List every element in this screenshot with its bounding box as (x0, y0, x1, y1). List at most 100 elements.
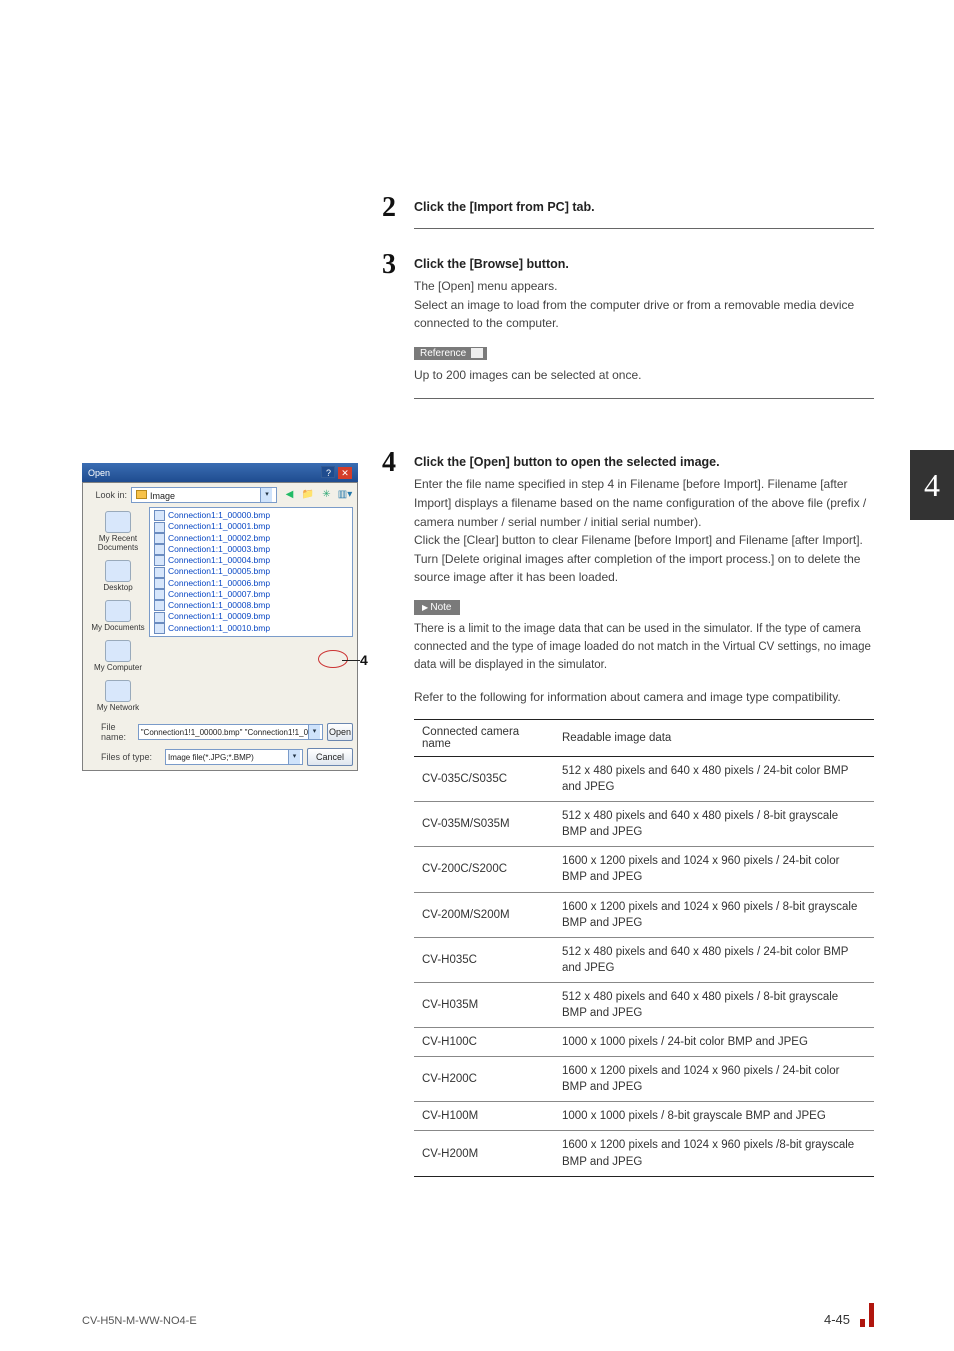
places-bar-item[interactable]: Desktop (103, 560, 132, 592)
divider (414, 228, 874, 229)
step-3-body-2: Select an image to load from the compute… (414, 296, 874, 333)
camera-name-cell: CV-H200M (414, 1131, 554, 1176)
compat-intro: Refer to the following for information a… (414, 688, 874, 707)
chevron-down-icon[interactable]: ▾ (288, 750, 300, 764)
note-label: Note (414, 600, 460, 615)
table-row: CV-H200M1600 x 1200 pixels and 1024 x 96… (414, 1131, 874, 1176)
place-icon (105, 640, 131, 662)
up-folder-icon[interactable]: 📁 (300, 487, 316, 503)
place-icon (105, 600, 131, 622)
places-bar-item[interactable]: My Recent Documents (87, 511, 149, 552)
place-icon (105, 680, 131, 702)
image-data-cell: 512 x 480 pixels and 640 x 480 pixels / … (554, 982, 874, 1027)
list-item[interactable]: Connection1:1_00005.bmp (154, 566, 348, 577)
list-item[interactable]: Connection1:1_00010.bmp (154, 623, 348, 634)
list-item[interactable]: Connection1:1_00009.bmp (154, 611, 348, 622)
places-bar-item[interactable]: My Computer (94, 640, 142, 672)
table-row: CV-035M/S035M512 x 480 pixels and 640 x … (414, 802, 874, 847)
place-label: My Network (97, 703, 139, 712)
table-row: CV-200M/S200M1600 x 1200 pixels and 1024… (414, 892, 874, 937)
callout-4-label: 4 (360, 652, 368, 668)
camera-name-cell: CV-H100M (414, 1102, 554, 1131)
filetype-label: Files of type: (87, 752, 161, 762)
step-4: 4 Click the [Open] button to open the se… (414, 455, 874, 1176)
reference-arrow-icon (471, 348, 483, 358)
step-2-number: 2 (382, 192, 396, 224)
list-item[interactable]: Connection1:1_00007.bmp (154, 589, 348, 600)
help-icon[interactable]: ? (321, 466, 335, 478)
divider (414, 398, 874, 399)
step-4-number: 4 (382, 447, 396, 479)
page-number: 4-45 (824, 1312, 850, 1327)
places-bar-item[interactable]: My Documents (91, 600, 144, 632)
list-item[interactable]: Connection1:1_00001.bmp (154, 521, 348, 532)
list-item[interactable]: Connection1:1_00000.bmp (154, 510, 348, 521)
image-data-cell: 1600 x 1200 pixels and 1024 x 960 pixels… (554, 847, 874, 892)
image-data-cell: 1600 x 1200 pixels and 1024 x 960 pixels… (554, 1131, 874, 1176)
lookin-label: Look in: (87, 490, 127, 500)
list-item[interactable]: Connection1:1_00004.bmp (154, 555, 348, 566)
place-icon (105, 511, 131, 533)
filetype-value: Image file(*.JPG;*.BMP) (168, 753, 254, 762)
table-row: CV-035C/S035C512 x 480 pixels and 640 x … (414, 756, 874, 801)
callout-oval (318, 650, 348, 668)
table-head-data: Readable image data (554, 719, 874, 756)
step-4-body-2: Click the [Clear] button to clear Filena… (414, 531, 874, 550)
camera-name-cell: CV-035C/S035C (414, 756, 554, 801)
list-item[interactable]: Connection1:1_00002.bmp (154, 533, 348, 544)
dialog-title: Open (88, 468, 110, 478)
table-row: CV-H100M1000 x 1000 pixels / 8-bit grays… (414, 1102, 874, 1131)
place-label: Desktop (103, 583, 132, 592)
place-label: My Documents (91, 623, 144, 632)
filename-field[interactable]: "Connection1!1_00000.bmp" "Connection1!1… (138, 724, 323, 740)
page-mark-bar-icon (869, 1303, 874, 1327)
chevron-down-icon[interactable]: ▾ (308, 725, 320, 739)
image-data-cell: 1000 x 1000 pixels / 8-bit grayscale BMP… (554, 1102, 874, 1131)
new-folder-icon[interactable]: ✳ (318, 487, 334, 503)
image-data-cell: 512 x 480 pixels and 640 x 480 pixels / … (554, 802, 874, 847)
list-item[interactable]: Connection1:1_00006.bmp (154, 578, 348, 589)
camera-compat-table: Connected camera name Readable image dat… (414, 719, 874, 1177)
camera-name-cell: CV-H100C (414, 1028, 554, 1057)
step-3-body-1: The [Open] menu appears. (414, 277, 874, 296)
back-icon[interactable]: ◀ (281, 487, 297, 503)
step-2-title: Click the [Import from PC] tab. (414, 200, 874, 214)
image-data-cell: 1600 x 1200 pixels and 1024 x 960 pixels… (554, 1057, 874, 1102)
filetype-field[interactable]: Image file(*.JPG;*.BMP) ▾ (165, 749, 303, 765)
place-label: My Recent Documents (87, 534, 149, 552)
open-dialog-screenshot: Open ? ✕ Look in: Image ▾ ◀ 📁 ✳ ▥▾ (82, 463, 358, 771)
camera-name-cell: CV-035M/S035M (414, 802, 554, 847)
table-row: CV-H200C1600 x 1200 pixels and 1024 x 96… (414, 1057, 874, 1102)
reference-text: Up to 200 images can be selected at once… (414, 366, 874, 385)
note-text: There is a limit to the image data that … (414, 621, 874, 674)
step-3: 3 Click the [Browse] button. The [Open] … (414, 257, 874, 399)
lookin-dropdown[interactable]: Image ▾ (131, 487, 277, 503)
step-4-body-1: Enter the file name specified in step 4 … (414, 475, 874, 531)
cancel-button[interactable]: Cancel (307, 748, 353, 766)
chapter-tab: 4 (910, 450, 954, 520)
camera-name-cell: CV-200C/S200C (414, 847, 554, 892)
close-icon[interactable]: ✕ (338, 467, 352, 479)
dialog-titlebar: Open ? ✕ (82, 463, 358, 482)
table-row: CV-H035C512 x 480 pixels and 640 x 480 p… (414, 937, 874, 982)
step-2: 2 Click the [Import from PC] tab. (414, 200, 874, 229)
reference-label: Reference (414, 347, 487, 360)
reference-label-text: Reference (420, 348, 466, 359)
table-head-camera: Connected camera name (414, 719, 554, 756)
chevron-down-icon[interactable]: ▾ (260, 488, 272, 502)
views-icon[interactable]: ▥▾ (337, 487, 353, 503)
places-bar-item[interactable]: My Network (97, 680, 139, 712)
filename-value: "Connection1!1_00000.bmp" "Connection1!1… (141, 728, 308, 737)
camera-name-cell: CV-200M/S200M (414, 892, 554, 937)
image-data-cell: 1600 x 1200 pixels and 1024 x 960 pixels… (554, 892, 874, 937)
lookin-value: Image (150, 491, 175, 501)
table-row: CV-200C/S200C1600 x 1200 pixels and 1024… (414, 847, 874, 892)
filename-label: File name: (87, 722, 134, 742)
image-data-cell: 512 x 480 pixels and 640 x 480 pixels / … (554, 756, 874, 801)
file-list[interactable]: Connection1:1_00000.bmpConnection1:1_000… (149, 507, 353, 637)
step-3-number: 3 (382, 249, 396, 281)
list-item[interactable]: Connection1:1_00008.bmp (154, 600, 348, 611)
step-4-body-3: Turn [Delete original images after compl… (414, 550, 874, 587)
list-item[interactable]: Connection1:1_00003.bmp (154, 544, 348, 555)
open-button[interactable]: Open (327, 723, 353, 741)
